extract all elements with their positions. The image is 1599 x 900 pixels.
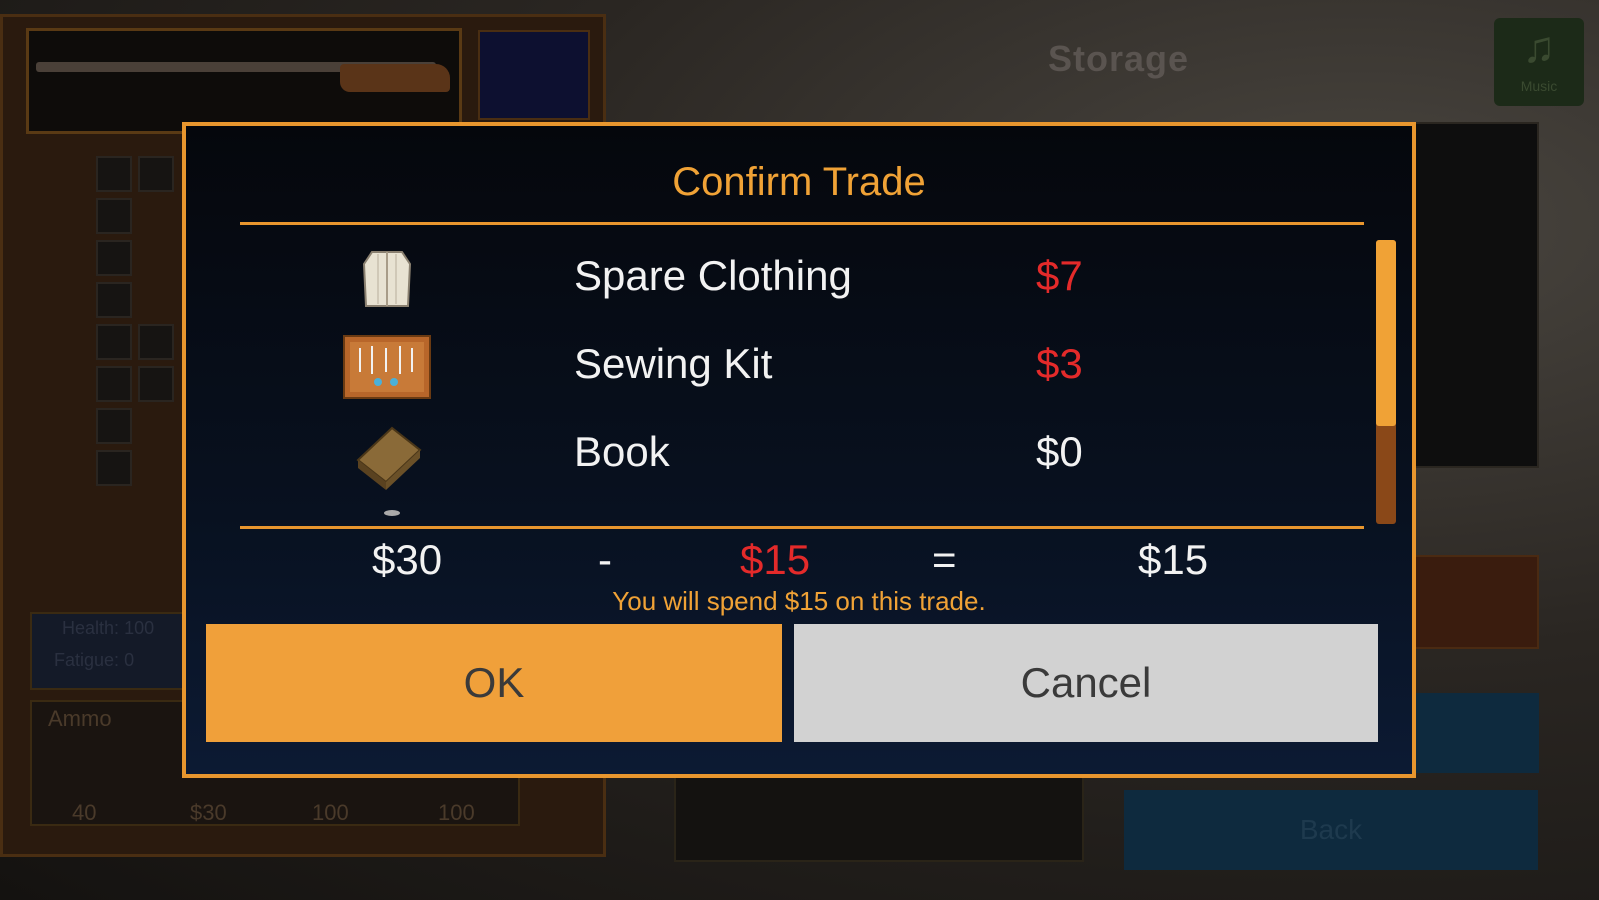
fatigue-stat: Fatigue: 0 (54, 650, 135, 670)
storage-title: Storage (1048, 38, 1190, 79)
ammo-count: 40 (72, 800, 97, 825)
shirt-icon (362, 251, 412, 307)
trade-message: You will spend $15 on this trade. (612, 586, 986, 616)
item-name: Spare Clothing (574, 252, 852, 299)
equals-sign: = (932, 536, 957, 583)
cancel-button[interactable]: Cancel (794, 624, 1378, 742)
item-price: $0 (1036, 428, 1083, 475)
storage-action-panel[interactable] (1405, 555, 1539, 649)
minus-sign: - (598, 536, 612, 583)
bottom-panel (674, 770, 1084, 862)
inventory-cell[interactable] (138, 366, 174, 402)
ammo-count: 100 (438, 800, 475, 825)
inventory-cell[interactable] (96, 408, 132, 444)
music-note-icon: ♫ (1522, 23, 1556, 72)
inventory-grid (96, 156, 184, 492)
trade-item-row: Book $0 (240, 412, 1340, 498)
trade-item-row: Spare Clothing $7 (240, 236, 1340, 322)
ammo-count: $30 (190, 800, 227, 825)
ammo-count: 100 (312, 800, 349, 825)
more-items-indicator (384, 510, 400, 516)
item-list-scrollbar[interactable] (1376, 240, 1396, 524)
stats-box: Health: 100 Fatigue: 0 (30, 612, 198, 690)
inventory-cell[interactable] (138, 156, 174, 192)
book-icon (356, 426, 422, 490)
inventory-cell[interactable] (96, 366, 132, 402)
remaining-money: $15 (1138, 536, 1209, 583)
music-button[interactable]: ♫ Music (1494, 18, 1584, 106)
trade-cost: $15 (740, 536, 811, 583)
music-label: Music (1520, 78, 1558, 94)
item-name: Book (574, 428, 670, 475)
inventory-cell[interactable] (96, 240, 132, 276)
inventory-cell[interactable] (96, 324, 132, 360)
item-price: $3 (1036, 340, 1083, 387)
divider (240, 222, 1364, 225)
storage-panel (1405, 122, 1539, 468)
scrollbar-thumb[interactable] (1376, 240, 1396, 426)
ammo-label: Ammo (48, 706, 112, 731)
flag-slot[interactable] (478, 30, 590, 120)
health-stat: Health: 100 (62, 618, 155, 638)
inventory-cell[interactable] (96, 198, 132, 234)
back-button[interactable]: Back (1124, 790, 1538, 870)
item-price: $7 (1036, 252, 1083, 299)
dialog-title: Confirm Trade (672, 160, 926, 204)
trade-item-row: Sewing Kit $3 (240, 324, 1340, 410)
inventory-cell[interactable] (138, 324, 174, 360)
inventory-cell[interactable] (96, 282, 132, 318)
item-name: Sewing Kit (574, 340, 773, 387)
confirm-trade-dialog: Confirm Trade Spare Clothing $7 Sewing K… (182, 122, 1416, 778)
storage-blue-button[interactable] (1405, 693, 1539, 773)
ok-button[interactable]: OK (206, 624, 782, 742)
rifle-stock-icon (340, 64, 450, 92)
inventory-cell[interactable] (96, 450, 132, 486)
inventory-cell[interactable] (96, 156, 132, 192)
current-money: $30 (372, 536, 443, 583)
sewing-kit-icon (343, 335, 431, 399)
divider (240, 526, 1364, 529)
